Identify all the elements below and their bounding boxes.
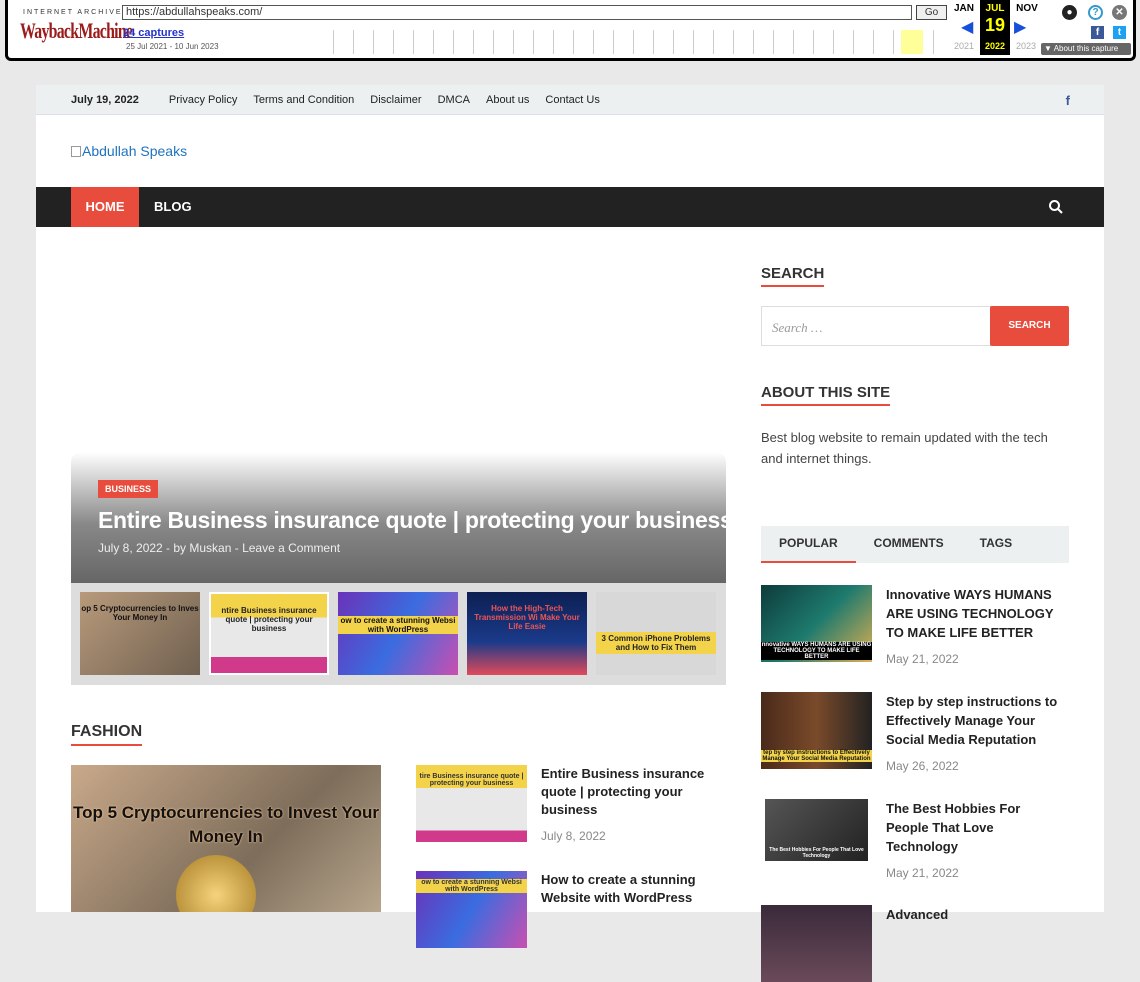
featured-title[interactable]: Entire Business insurance quote | protec… bbox=[98, 507, 733, 534]
wayback-next-year[interactable]: 2023 bbox=[1011, 41, 1041, 51]
featured-meta: July 8, 2022 - by Muskan - Leave a Comme… bbox=[98, 541, 341, 555]
thumbnail[interactable]: How the High-Tech Transmission Wi Make Y… bbox=[467, 592, 587, 675]
about-widget-title: ABOUT THIS SITE bbox=[761, 384, 891, 406]
post-title[interactable]: Entire Business insurance quote | protec… bbox=[541, 765, 711, 819]
post-thumbnail bbox=[761, 905, 872, 982]
search-widget-title: SEARCH bbox=[761, 265, 825, 287]
search-input[interactable]: Search … bbox=[761, 306, 991, 346]
post-date: May 21, 2022 bbox=[886, 866, 959, 880]
fashion-featured-caption: Top 5 Cryptocurrencies to Invest Your Mo… bbox=[72, 803, 380, 846]
wayback-cur-year: 2022 bbox=[984, 41, 1006, 51]
thumbnail-caption: 3 Common iPhone Problems and How to Fix … bbox=[596, 632, 716, 654]
thumbnail[interactable]: 3 Common iPhone Problems and How to Fix … bbox=[596, 592, 716, 675]
featured-thumbnails: op 5 Cryptocurrencies to Inves Your Mone… bbox=[71, 583, 726, 685]
search-button[interactable]: SEARCH bbox=[990, 306, 1069, 346]
user-icon[interactable]: ● bbox=[1062, 5, 1077, 20]
wayback-prev-month[interactable]: JAN bbox=[949, 3, 979, 14]
featured-post[interactable]: BUSINESS Entire Business insurance quote… bbox=[71, 247, 733, 583]
thumbnail-caption: nnovative WAYS HUMANS ARE USING TECHNOLO… bbox=[761, 642, 872, 660]
thumbnail-caption: The Best Hobbies For People That Love Te… bbox=[769, 847, 864, 859]
popular-item[interactable]: nnovative WAYS HUMANS ARE USING TECHNOLO… bbox=[761, 585, 1066, 666]
wayback-cur-day: 19 bbox=[984, 15, 1006, 35]
site-page: July 19, 2022 Privacy Policy Terms and C… bbox=[36, 85, 1104, 982]
post-date: May 21, 2022 bbox=[886, 652, 959, 666]
featured-category-badge[interactable]: BUSINESS bbox=[98, 480, 159, 498]
nav-home[interactable]: HOME bbox=[71, 187, 139, 227]
post-thumbnail: ow to create a stunning Websi with WordP… bbox=[416, 871, 527, 948]
about-text: Best blog website to remain updated with… bbox=[761, 430, 1048, 466]
wayback-next-month[interactable]: NOV bbox=[1012, 3, 1042, 14]
post-thumbnail: nnovative WAYS HUMANS ARE USING TECHNOLO… bbox=[761, 585, 872, 662]
wayback-cur-month: JUL bbox=[980, 3, 1010, 14]
main-nav: HOME BLOG bbox=[36, 187, 1104, 227]
search-icon[interactable] bbox=[1048, 199, 1064, 215]
post-title[interactable]: The Best Hobbies For People That Love Te… bbox=[886, 799, 1066, 856]
broken-image-icon bbox=[71, 146, 81, 157]
fashion-section-title: FASHION bbox=[71, 723, 143, 746]
wayback-sparkline[interactable] bbox=[323, 30, 943, 54]
help-icon[interactable]: ? bbox=[1088, 5, 1103, 20]
thumbnail-caption: tire Business insurance quote | protecti… bbox=[419, 773, 524, 787]
top-link-dmca[interactable]: DMCA bbox=[438, 94, 470, 106]
post-title[interactable]: Advanced bbox=[886, 905, 1066, 924]
wayback-capture-range: 25 Jul 2021 - 10 Jun 2023 bbox=[126, 42, 219, 51]
wayback-url-input[interactable]: https://abdullahspeaks.com/ bbox=[122, 5, 912, 20]
thumbnail[interactable]: ow to create a stunning Websi with WordP… bbox=[338, 592, 458, 675]
popular-item[interactable]: Advanced bbox=[761, 905, 1066, 982]
post-title[interactable]: Step by step instructions to Effectively… bbox=[886, 692, 1066, 749]
sidebar-tabs: POPULAR COMMENTS TAGS bbox=[761, 526, 1069, 563]
post-title[interactable]: How to create a stunning Website with Wo… bbox=[541, 871, 711, 907]
post-thumbnail: The Best Hobbies For People That Love Te… bbox=[761, 799, 872, 876]
site-logo[interactable]: Abdullah Speaks bbox=[71, 143, 187, 159]
wayback-toolbar: INTERNET ARCHIVE WaybackMachine https://… bbox=[5, 0, 1136, 61]
about-widget: ABOUT THIS SITE bbox=[761, 384, 891, 406]
top-bar: July 19, 2022 Privacy Policy Terms and C… bbox=[36, 85, 1104, 115]
wayback-highlight-year bbox=[901, 30, 923, 54]
post-thumbnail: tep by step instructions to Effectively … bbox=[761, 692, 872, 769]
post-date: May 26, 2022 bbox=[886, 759, 959, 773]
fashion-featured-image[interactable]: Top 5 Cryptocurrencies to Invest Your Mo… bbox=[71, 765, 381, 912]
popular-item[interactable]: tep by step instructions to Effectively … bbox=[761, 692, 1066, 773]
facebook-share-icon[interactable]: f bbox=[1091, 26, 1104, 39]
thumbnail-caption: tep by step instructions to Effectively … bbox=[761, 750, 872, 762]
thumbnail-caption: op 5 Cryptocurrencies to Inves Your Mone… bbox=[81, 604, 199, 622]
facebook-icon[interactable]: f bbox=[1066, 93, 1070, 108]
coin-image bbox=[176, 855, 256, 912]
top-link-disclaimer[interactable]: Disclaimer bbox=[370, 94, 421, 106]
tab-popular[interactable]: POPULAR bbox=[761, 526, 856, 563]
tab-tags[interactable]: TAGS bbox=[962, 526, 1030, 563]
site-logo-alt: Abdullah Speaks bbox=[82, 143, 188, 159]
thumbnail-photo: The Best Hobbies For People That Love Te… bbox=[765, 799, 868, 861]
thumbnail-selected[interactable]: ntire Business insurance quote | protect… bbox=[209, 592, 329, 675]
top-date: July 19, 2022 bbox=[71, 93, 139, 106]
wayback-prev-year[interactable]: 2021 bbox=[949, 41, 979, 51]
wayback-go-button[interactable]: Go bbox=[916, 5, 947, 20]
thumbnail-caption: ow to create a stunning Websi with WordP… bbox=[338, 616, 458, 634]
close-icon[interactable]: ✕ bbox=[1112, 5, 1127, 20]
fashion-list-item[interactable]: ow to create a stunning Websi with WordP… bbox=[416, 871, 711, 948]
twitter-share-icon[interactable]: t bbox=[1113, 26, 1126, 39]
thumbnail-caption: ntire Business insurance quote | protect… bbox=[221, 606, 317, 633]
post-thumbnail: tire Business insurance quote | protecti… bbox=[416, 765, 527, 842]
thumbnail-caption: ow to create a stunning Websi with WordP… bbox=[416, 879, 527, 893]
post-date: July 8, 2022 bbox=[541, 829, 606, 843]
wayback-captures-link[interactable]: 24 captures bbox=[123, 27, 184, 39]
tab-comments[interactable]: COMMENTS bbox=[856, 526, 962, 563]
top-link-contact[interactable]: Contact Us bbox=[545, 94, 599, 106]
wayback-prev-arrow-icon[interactable]: ◀ bbox=[961, 17, 973, 37]
top-link-terms[interactable]: Terms and Condition bbox=[253, 94, 354, 106]
fashion-list-item[interactable]: tire Business insurance quote | protecti… bbox=[416, 765, 711, 843]
nav-blog[interactable]: BLOG bbox=[154, 187, 192, 227]
wayback-brand-small: INTERNET ARCHIVE bbox=[23, 9, 123, 16]
popular-item[interactable]: The Best Hobbies For People That Love Te… bbox=[761, 799, 1066, 880]
top-link-about[interactable]: About us bbox=[486, 94, 529, 106]
post-title[interactable]: Innovative WAYS HUMANS ARE USING TECHNOL… bbox=[886, 585, 1066, 642]
wayback-logo[interactable]: WaybackMachine bbox=[20, 18, 133, 44]
thumbnail[interactable]: op 5 Cryptocurrencies to Inves Your Mone… bbox=[80, 592, 200, 675]
wayback-next-arrow-icon[interactable]: ▶ bbox=[1014, 17, 1026, 37]
thumbnail-caption: How the High-Tech Transmission Wi Make Y… bbox=[474, 604, 580, 631]
top-link-privacy[interactable]: Privacy Policy bbox=[169, 94, 237, 106]
search-widget: SEARCH bbox=[761, 265, 825, 287]
about-capture-button[interactable]: ▼ About this capture bbox=[1041, 43, 1131, 55]
